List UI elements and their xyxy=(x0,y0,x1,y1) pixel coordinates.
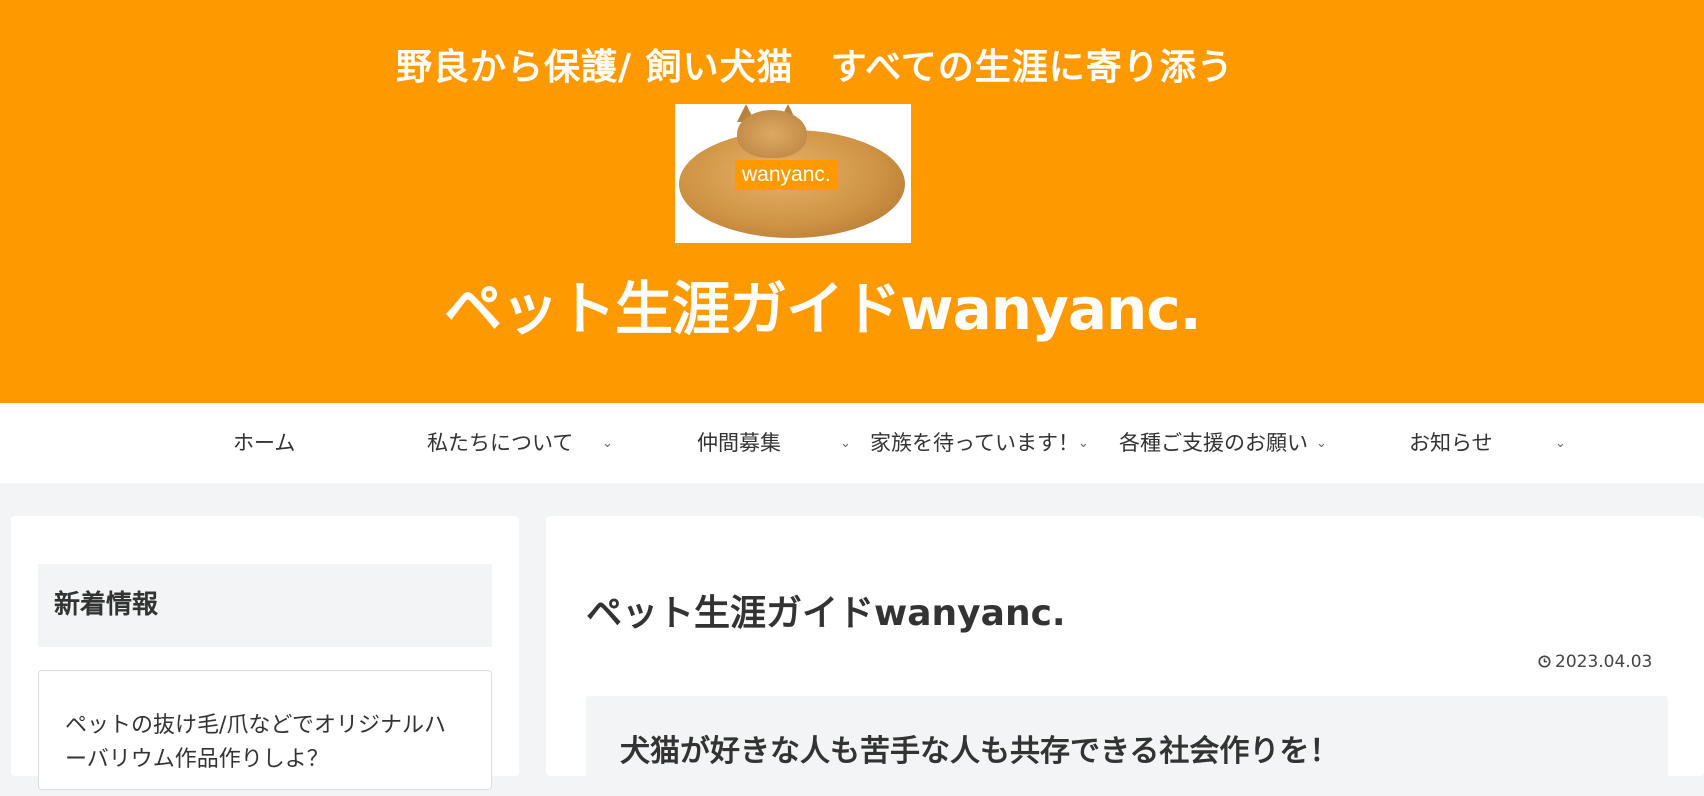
chevron-down-icon[interactable]: ⌄ xyxy=(1078,403,1089,485)
nav-label: お知らせ xyxy=(1409,431,1493,455)
site-tagline: 野良から保護/ 飼い犬猫 すべての生涯に寄り添う xyxy=(396,47,1234,88)
chevron-down-icon[interactable]: ⌄ xyxy=(602,403,613,485)
intro-heading: 犬猫が好きな人も苦手な人も共存できる社会作りを！ xyxy=(620,734,1340,769)
site-logo-image[interactable]: wanyanc. xyxy=(675,104,911,243)
chevron-down-icon[interactable]: ⌄ xyxy=(1316,403,1327,485)
logo-badge: wanyanc. xyxy=(735,160,838,190)
nav-label: ホーム xyxy=(233,431,296,455)
nav-label: 各種ご支援のお願い xyxy=(1119,431,1308,455)
chevron-down-icon[interactable]: ⌄ xyxy=(1555,403,1566,485)
chevron-down-icon[interactable]: ⌄ xyxy=(840,403,851,485)
nav-label: 家族を待っています！ xyxy=(870,431,1079,455)
widget-title: 新着情報 xyxy=(38,564,492,647)
recent-post-card[interactable]: ペットの抜け毛/爪などでオリジナルハーバリウム作品作りしよ？ xyxy=(38,670,492,790)
recent-post-title[interactable]: ペットの抜け毛/爪などでオリジナルハーバリウム作品作りしよ？ xyxy=(65,713,446,772)
nav-item-home[interactable]: ホーム xyxy=(233,403,295,483)
nav-item-about[interactable]: 私たちについて xyxy=(427,403,573,483)
clock-icon xyxy=(1538,655,1551,668)
nav-item-recruit[interactable]: 仲間募集 xyxy=(697,403,781,483)
site-title[interactable]: ペット生涯ガイドwanyanc. xyxy=(444,262,1344,346)
post-date: 2023.04.03 xyxy=(1538,652,1668,678)
entry-title: ペット生涯ガイドwanyanc. xyxy=(586,593,1066,634)
cat-head xyxy=(737,110,807,158)
main-content: ペット生涯ガイドwanyanc. 2023.04.03 犬猫が好きな人も苦手な人… xyxy=(546,516,1704,796)
site-header: 野良から保護/ 飼い犬猫 すべての生涯に寄り添う wanyanc. ペット生涯ガ… xyxy=(0,0,1704,403)
global-nav: ホーム 私たちについて ⌄ 仲間募集 ⌄ 家族を待っています！ ⌄ 各種ご支援の… xyxy=(0,403,1704,483)
nav-label: 私たちについて xyxy=(427,431,574,455)
nav-item-waiting-family[interactable]: 家族を待っています！ xyxy=(870,403,1079,483)
intro-box: 犬猫が好きな人も苦手な人も共存できる社会作りを！ xyxy=(586,696,1668,796)
nav-label: 仲間募集 xyxy=(697,431,781,455)
nav-item-news[interactable]: お知らせ xyxy=(1409,403,1493,483)
nav-item-support[interactable]: 各種ご支援のお願い xyxy=(1119,403,1308,483)
sidebar: 新着情報 ペットの抜け毛/爪などでオリジナルハーバリウム作品作りしよ？ xyxy=(11,516,519,790)
post-date-text: 2023.04.03 xyxy=(1555,652,1653,672)
